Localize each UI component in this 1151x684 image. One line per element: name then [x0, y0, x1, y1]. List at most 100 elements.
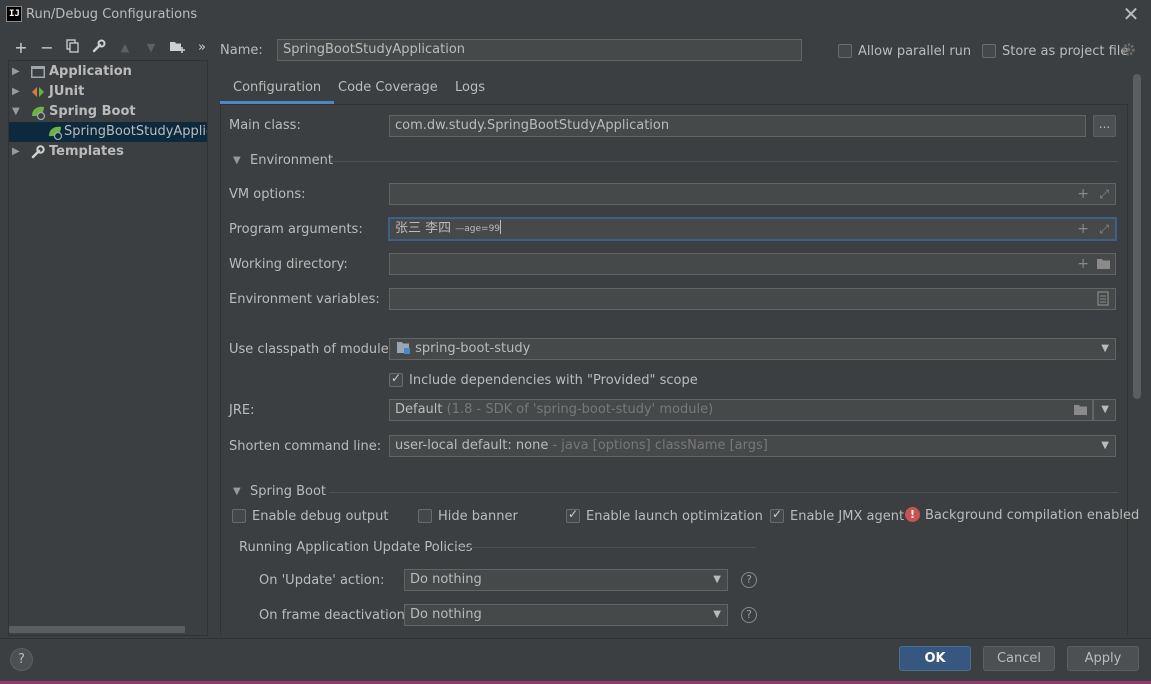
program-arguments-field[interactable]: 张三 李四 —age=99 + ⤢ — [389, 218, 1116, 240]
program-arguments-option: —age=99 — [455, 224, 501, 234]
chevron-right-icon[interactable]: ▶ — [12, 82, 20, 102]
folder-icon[interactable] — [1073, 403, 1088, 420]
classpath-module-value: spring-boot-study — [415, 341, 531, 356]
classpath-module-label: Use classpath of module: — [229, 342, 394, 357]
enable-debug-output-label[interactable]: Enable debug output — [252, 509, 388, 524]
enable-debug-output-checkbox[interactable] — [232, 509, 246, 523]
on-frame-deactivation-label: On frame deactivation: — [259, 608, 410, 623]
gear-icon[interactable] — [1121, 42, 1136, 61]
plus-icon[interactable]: + — [11, 38, 31, 58]
environment-variables-label: Environment variables: — [229, 292, 380, 307]
minus-icon[interactable]: − — [37, 38, 57, 58]
tree-item-junit[interactable]: ▶ JUnit — [9, 82, 207, 102]
application-icon — [30, 64, 46, 80]
wrench-icon — [30, 144, 46, 160]
chevron-right-icon[interactable]: ▶ — [12, 62, 20, 82]
program-arguments-label: Program arguments: — [229, 222, 363, 237]
shorten-command-line-select[interactable]: user-local default: none - java [options… — [389, 435, 1116, 457]
tree-item-label: Templates — [49, 144, 124, 159]
chevron-down-icon[interactable]: ▼ — [1101, 339, 1109, 359]
tree-item-label: Spring Boot — [49, 104, 136, 119]
chevron-right-icon[interactable]: ▶ — [12, 142, 20, 162]
program-arguments-value: 张三 李四 — [395, 221, 456, 236]
close-icon[interactable]: ✕ — [1120, 4, 1142, 26]
chevron-down-icon[interactable]: ▼ — [713, 605, 721, 625]
tree-item-spring-boot[interactable]: ▼ Spring Boot — [9, 102, 207, 122]
on-update-action-label: On 'Update' action: — [259, 573, 385, 588]
main-class-field[interactable]: com.dw.study.SpringBootStudyApplication — [389, 115, 1086, 137]
module-icon — [396, 341, 411, 359]
enable-jmx-agent-checkbox[interactable] — [770, 507, 784, 523]
environment-section-title[interactable]: Environment — [250, 153, 333, 168]
tab-code-coverage[interactable]: Code Coverage — [325, 76, 451, 104]
copy-icon[interactable] — [63, 38, 83, 58]
apply-button[interactable]: Apply — [1067, 646, 1139, 671]
enable-launch-optimization-checkbox[interactable] — [566, 507, 580, 523]
add-icon[interactable]: + — [1077, 221, 1089, 237]
hide-banner-label[interactable]: Hide banner — [438, 509, 518, 524]
spring-boot-section-title[interactable]: Spring Boot — [250, 484, 326, 499]
store-as-project-file-label[interactable]: Store as project file — [1002, 44, 1128, 59]
jre-dropdown-button[interactable]: ▼ — [1093, 399, 1116, 421]
cancel-button[interactable]: Cancel — [983, 646, 1055, 671]
name-field[interactable]: SpringBootStudyApplication — [277, 39, 802, 61]
tree-item-label: JUnit — [49, 84, 85, 99]
tree-item-springbootstudyapplication[interactable]: SpringBootStudyApplication — [9, 122, 207, 142]
classpath-module-select[interactable]: spring-boot-study ▼ — [389, 338, 1116, 360]
tree-horizontal-scrollbar[interactable] — [9, 626, 185, 633]
jre-field[interactable]: Default (1.8 - SDK of 'spring-boot-study… — [389, 399, 1093, 421]
hide-banner-checkbox[interactable] — [418, 509, 432, 523]
jre-label: JRE: — [229, 403, 255, 418]
enable-launch-optimization-label[interactable]: Enable launch optimization — [586, 509, 763, 524]
arrow-up-icon[interactable]: ▲ — [115, 38, 135, 58]
spring-boot-icon — [30, 104, 46, 121]
allow-parallel-run-label[interactable]: Allow parallel run — [858, 44, 971, 59]
help-button[interactable]: ? — [10, 648, 33, 671]
on-frame-deactivation-select[interactable]: Do nothing ▼ — [404, 604, 728, 626]
help-icon[interactable]: ? — [741, 607, 757, 623]
vertical-scrollbar[interactable] — [1133, 74, 1141, 399]
environment-variables-field[interactable] — [389, 288, 1116, 310]
expand-icon[interactable]: ⤢ — [1099, 221, 1109, 237]
chevron-down-icon[interactable]: ▼ — [713, 570, 721, 590]
working-directory-label: Working directory: — [229, 257, 348, 272]
folder-icon[interactable] — [1096, 257, 1111, 274]
add-icon[interactable]: + — [1077, 256, 1089, 272]
new-folder-icon[interactable] — [167, 38, 187, 58]
section-divider — [331, 161, 1118, 162]
tree-item-templates[interactable]: ▶ Templates — [9, 142, 207, 162]
junit-icon — [30, 84, 46, 100]
background-compilation-label: Background compilation enabled — [925, 508, 1140, 523]
working-directory-field[interactable]: + — [389, 253, 1116, 275]
enable-jmx-agent-label[interactable]: Enable JMX agent — [790, 509, 904, 524]
more-icon[interactable]: » — [192, 38, 212, 58]
browse-button[interactable]: ... — [1093, 115, 1116, 137]
chevron-down-icon[interactable]: ▼ — [233, 155, 241, 166]
expand-icon[interactable]: ⤢ — [1099, 186, 1109, 202]
on-update-action-value: Do nothing — [410, 572, 482, 587]
tab-logs[interactable]: Logs — [442, 76, 498, 104]
tab-configuration[interactable]: Configuration — [220, 76, 335, 104]
wrench-icon[interactable] — [89, 38, 109, 58]
ok-button[interactable]: OK — [899, 646, 971, 671]
arrow-down-icon[interactable]: ▼ — [141, 38, 161, 58]
chevron-down-icon[interactable]: ▼ — [1101, 400, 1109, 420]
section-divider — [456, 547, 756, 548]
chevron-down-icon[interactable]: ▼ — [233, 486, 241, 497]
help-icon[interactable]: ? — [741, 572, 757, 588]
error-icon: ! — [905, 507, 920, 522]
section-divider — [329, 492, 1118, 493]
store-as-project-file-checkbox[interactable] — [982, 44, 996, 58]
chevron-down-icon[interactable]: ▼ — [12, 102, 20, 122]
include-dependencies-label[interactable]: Include dependencies with "Provided" sco… — [409, 373, 698, 388]
vm-options-field[interactable]: + ⤢ — [389, 183, 1116, 205]
add-icon[interactable]: + — [1077, 186, 1089, 202]
chevron-down-icon[interactable]: ▼ — [1101, 436, 1109, 456]
allow-parallel-run-checkbox[interactable] — [838, 44, 852, 58]
document-icon[interactable] — [1097, 291, 1109, 309]
footer-divider — [0, 638, 1151, 639]
name-label: Name: — [220, 43, 263, 58]
include-dependencies-checkbox[interactable] — [389, 371, 403, 387]
tree-item-application[interactable]: ▶ Application — [9, 62, 207, 82]
on-update-action-select[interactable]: Do nothing ▼ — [404, 569, 728, 591]
